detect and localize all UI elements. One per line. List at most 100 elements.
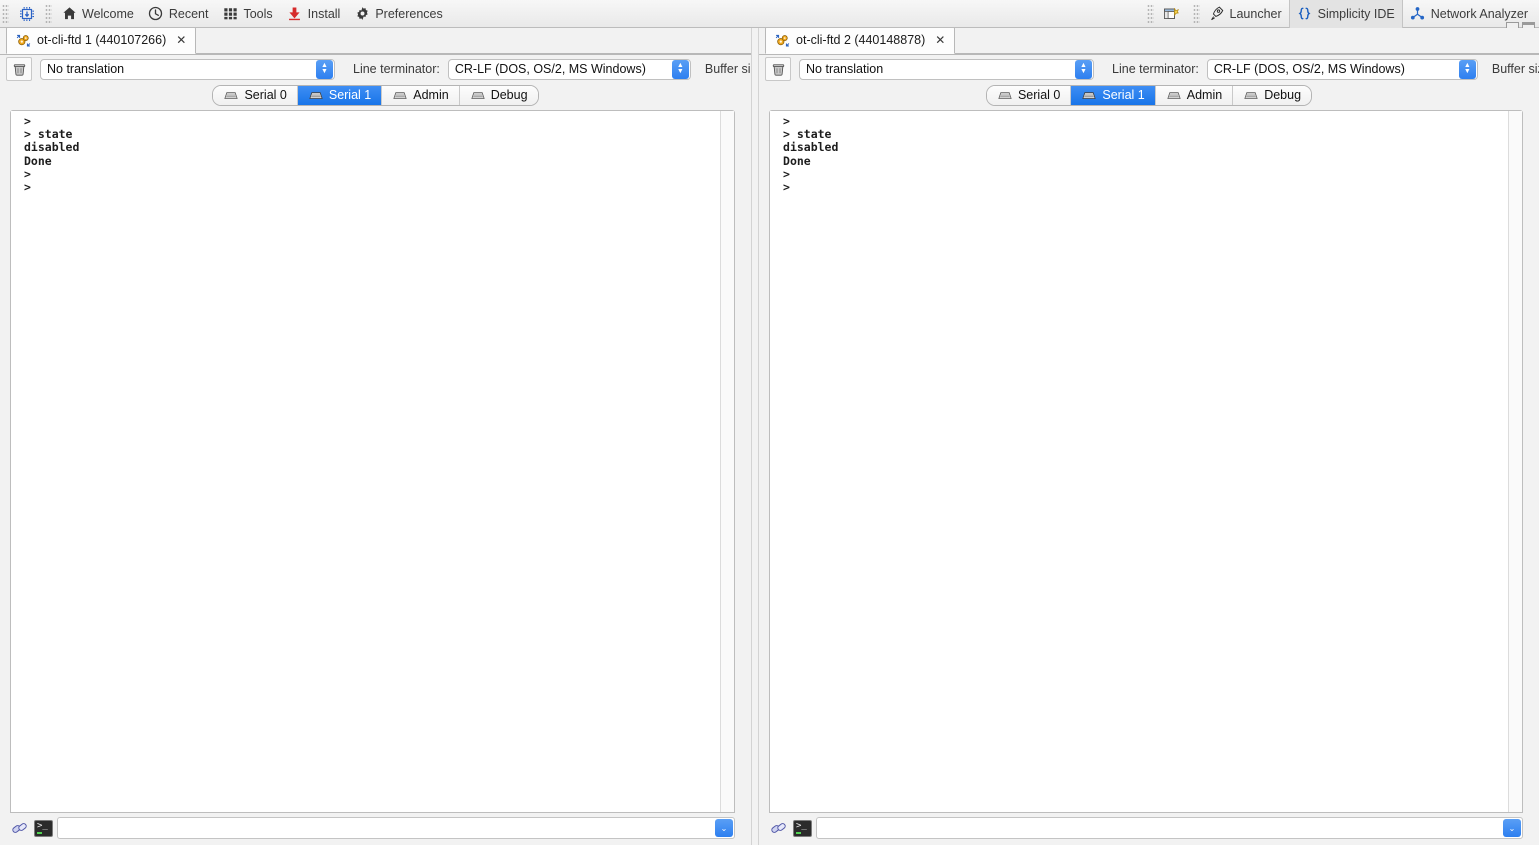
terminal-wrapper-left: > > state disabled Done > > [10, 110, 736, 813]
toolbar-drag-handle-2[interactable] [45, 3, 52, 24]
grid-icon [222, 6, 238, 22]
serial-tab-debug[interactable]: Debug [459, 85, 538, 105]
console-pane-left: ot-cli-ftd 1 (440107266) ✕ No translatio… [0, 28, 752, 845]
serial-tab-label: Admin [413, 88, 449, 102]
serial-icon [470, 87, 486, 103]
perspective-network-analyzer-label: Network Analyzer [1430, 6, 1528, 21]
serial-tab-serial-0[interactable]: Serial 0 [213, 85, 298, 105]
serial-tab-label: Serial 1 [1102, 88, 1145, 102]
pane-splitter[interactable] [751, 28, 760, 845]
serial-icon [1166, 87, 1182, 103]
serial-tab-row-left: Serial 0 Serial 1 Admin Debug [0, 84, 751, 106]
perspective-simplicity-ide[interactable]: Simplicity IDE [1288, 0, 1403, 28]
serial-tabs-left: Serial 0 Serial 1 Admin Debug [212, 84, 539, 106]
clear-console-button[interactable] [765, 57, 792, 81]
toolbar-right-group: Launcher Simplicity IDE Network Analyzer [1145, 0, 1539, 28]
translation-value: No translation [806, 62, 884, 76]
serial-tab-admin[interactable]: Admin [382, 85, 460, 105]
console-command-input-wrapper-left[interactable]: ⌄ [57, 817, 736, 839]
toolbar-item-label: Install [307, 6, 341, 21]
toolbar-item-install[interactable]: Install [280, 2, 348, 26]
chevron-down-icon[interactable]: ⌄ [715, 819, 734, 837]
console-controls-left: No translation ▲ ▼ Line terminator: CR-LF… [0, 55, 752, 83]
open-perspective-button[interactable] [1156, 2, 1191, 26]
clear-console-button[interactable] [6, 57, 32, 81]
terminal-output-left: > > state disabled Done > > [24, 115, 80, 195]
buffer-size-label-right: Buffer size [1491, 62, 1539, 76]
toolbar-item-recent[interactable]: Recent [141, 2, 216, 26]
translation-combo-left[interactable]: No translation ▲ ▼ [40, 58, 335, 80]
terminal-wrapper-right: > > state disabled Done > > [769, 110, 1523, 813]
new-perspective-icon [1163, 6, 1179, 22]
serial-tab-serial-0[interactable]: Serial 0 [986, 85, 1072, 105]
link-icon[interactable] [10, 818, 30, 838]
console-command-input-wrapper-right[interactable]: ⌄ [816, 817, 1523, 839]
chevron-down-icon[interactable]: ⌄ [1503, 819, 1521, 837]
toolbar-item-preferences[interactable]: Preferences [347, 2, 449, 26]
editor-tab-ot-cli-ftd-1[interactable]: ot-cli-ftd 1 (440107266) ✕ [6, 28, 197, 54]
terminal-vertical-scrollbar-left[interactable] [720, 111, 735, 812]
serial-icon [997, 87, 1013, 103]
perspective-drag-handle[interactable] [1146, 3, 1154, 24]
line-terminator-combo-right[interactable]: CR-LF (DOS, OS/2, MS Windows) ▲ ▼ [1206, 58, 1478, 80]
console-controls-right: No translation ▲ ▼ Line terminator: CR-LF… [759, 55, 1539, 83]
chevron-updown-icon: ▲ ▼ [316, 59, 333, 79]
toolbar-item-tools[interactable]: Tools [215, 2, 279, 26]
toolbar-item-welcome[interactable]: Welcome [54, 2, 141, 26]
terminal-icon[interactable]: >_ [34, 819, 53, 837]
line-terminator-combo-left[interactable]: CR-LF (DOS, OS/2, MS Windows) ▲ ▼ [447, 58, 691, 80]
editor-tab-row-filler [196, 28, 752, 54]
close-icon[interactable]: ✕ [176, 33, 186, 47]
braces-icon [1297, 6, 1313, 22]
toolbar-chip-button[interactable] [14, 3, 40, 25]
clock-icon [148, 6, 164, 22]
console-command-input-right[interactable] [817, 821, 1503, 835]
serial-tab-serial-1[interactable]: Serial 1 [1071, 85, 1156, 105]
serial-tab-label: Admin [1186, 88, 1223, 102]
terminal-left-gutter [11, 111, 14, 812]
console-pane-right: ot-cli-ftd 2 (440148878) ✕ No translatio… [759, 28, 1539, 845]
serial-tab-debug[interactable]: Debug [1233, 85, 1312, 105]
editor-split-area: ot-cli-ftd 1 (440107266) ✕ No translatio… [0, 28, 1539, 845]
serial-tab-admin[interactable]: Admin [1155, 85, 1234, 105]
serial-tab-label: Serial 0 [1017, 88, 1061, 102]
terminal-left-gutter [770, 111, 774, 812]
terminal-box-right[interactable]: > > state disabled Done > > [769, 110, 1523, 813]
terminal-box-left[interactable]: > > state disabled Done > > [10, 110, 736, 813]
line-terminator-value: CR-LF (DOS, OS/2, MS Windows) [1213, 62, 1405, 76]
editor-tab-ot-cli-ftd-2[interactable]: ot-cli-ftd 2 (440148878) ✕ [765, 28, 956, 54]
perspective-launcher[interactable]: Launcher [1202, 2, 1289, 26]
serial-icon [392, 87, 408, 103]
main-toolbar: Welcome Recent Tools Install Preferences… [0, 0, 1539, 35]
terminal-output-right: > > state disabled Done > > [783, 115, 839, 195]
launcher-rocket-icon [1209, 6, 1225, 22]
translation-combo-right[interactable]: No translation ▲ ▼ [799, 58, 1095, 80]
console-input-row-left: >_ ⌄ [10, 815, 736, 841]
home-icon [61, 6, 77, 22]
toolbar-item-label: Welcome [82, 6, 134, 21]
serial-tab-label: Debug [1264, 88, 1302, 102]
editor-tab-title: ot-cli-ftd 1 (440107266) [37, 33, 167, 47]
serial-tab-label: Debug [490, 88, 528, 102]
perspective-bar-handle[interactable] [1192, 3, 1200, 24]
serial-tab-row-right: Serial 0 Serial 1 Admin Debug [759, 84, 1539, 106]
network-analyzer-icon [1410, 6, 1426, 22]
editor-tab-row-right: ot-cli-ftd 2 (440148878) ✕ [759, 28, 1539, 55]
chevron-updown-icon: ▲ ▼ [1458, 59, 1476, 79]
serial-icon [1081, 87, 1097, 103]
close-icon[interactable]: ✕ [935, 33, 945, 47]
console-input-row-right: >_ ⌄ [769, 815, 1523, 841]
serial-icon [308, 87, 324, 103]
chevron-updown-icon: ▲ ▼ [671, 59, 689, 79]
terminal-icon[interactable]: >_ [793, 819, 813, 837]
toolbar-item-label: Recent [168, 6, 209, 21]
console-command-input-left[interactable] [58, 821, 716, 835]
buffer-size-label-left: Buffer size [704, 62, 751, 76]
terminal-vertical-scrollbar-right[interactable] [1508, 111, 1522, 812]
link-icon[interactable] [769, 818, 789, 838]
line-terminator-value: CR-LF (DOS, OS/2, MS Windows) [454, 62, 646, 76]
gears-icon [774, 32, 790, 48]
toolbar-drag-handle[interactable] [2, 3, 9, 24]
serial-tab-serial-1[interactable]: Serial 1 [297, 85, 383, 105]
gear-icon [354, 6, 370, 22]
